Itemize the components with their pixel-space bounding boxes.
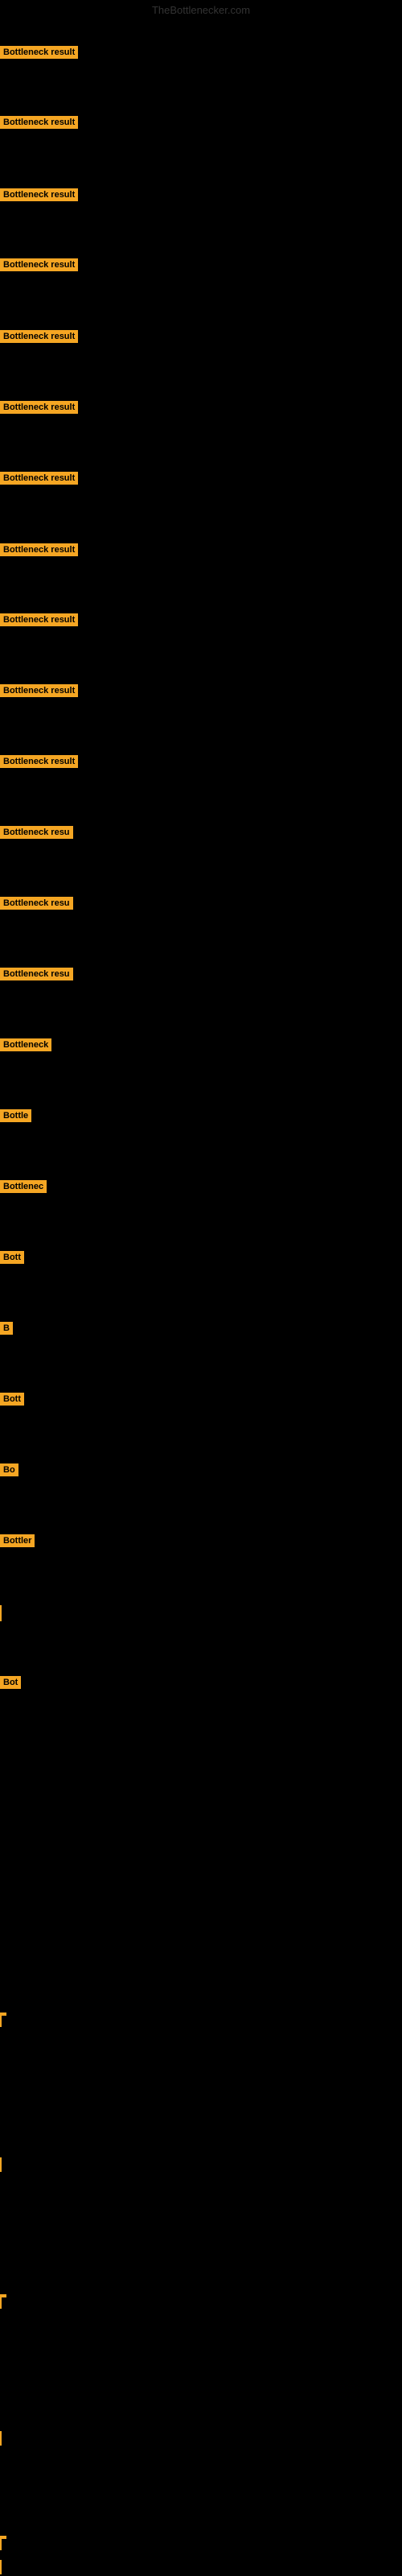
lower-divider-2 xyxy=(0,2157,2,2172)
bottleneck-badge-6[interactable]: Bottleneck result xyxy=(0,401,78,414)
bottleneck-badge-24[interactable]: Bot xyxy=(0,1676,21,1689)
lower-divider-6 xyxy=(0,2560,2,2574)
bottleneck-badge-15[interactable]: Bottleneck xyxy=(0,1038,51,1051)
bottleneck-badge-20[interactable]: Bott xyxy=(0,1393,24,1406)
bottleneck-badge-8[interactable]: Bottleneck result xyxy=(0,543,78,556)
bottleneck-badge-12[interactable]: Bottleneck resu xyxy=(0,826,73,839)
bottleneck-badge-13[interactable]: Bottleneck resu xyxy=(0,897,73,910)
bottleneck-badge-21[interactable]: Bo xyxy=(0,1463,18,1476)
bottleneck-badge-2[interactable]: Bottleneck result xyxy=(0,116,78,129)
bottleneck-badge-16[interactable]: Bottle xyxy=(0,1109,31,1122)
bottleneck-badge-19[interactable]: B xyxy=(0,1322,13,1335)
bottleneck-badge-22[interactable]: Bottler xyxy=(0,1534,35,1547)
bottleneck-divider-23 xyxy=(0,1605,2,1621)
bottleneck-badge-11[interactable]: Bottleneck result xyxy=(0,755,78,768)
lower-divider-5 xyxy=(0,2536,2,2550)
bottleneck-badge-14[interactable]: Bottleneck resu xyxy=(0,968,73,980)
bottleneck-badge-1[interactable]: Bottleneck result xyxy=(0,46,78,59)
bottleneck-badge-4[interactable]: Bottleneck result xyxy=(0,258,78,271)
lower-divider-3 xyxy=(0,2294,2,2309)
lower-divider-1 xyxy=(0,2013,2,2027)
lower-divider-4 xyxy=(0,2431,2,2446)
site-title: TheBottlenecker.com xyxy=(0,4,402,16)
bottleneck-badge-9[interactable]: Bottleneck result xyxy=(0,613,78,626)
bottleneck-badge-5[interactable]: Bottleneck result xyxy=(0,330,78,343)
bottleneck-badge-3[interactable]: Bottleneck result xyxy=(0,188,78,201)
bottleneck-badge-17[interactable]: Bottlenec xyxy=(0,1180,47,1193)
bottleneck-badge-7[interactable]: Bottleneck result xyxy=(0,472,78,485)
bottleneck-badge-10[interactable]: Bottleneck result xyxy=(0,684,78,697)
bottleneck-badge-18[interactable]: Bott xyxy=(0,1251,24,1264)
